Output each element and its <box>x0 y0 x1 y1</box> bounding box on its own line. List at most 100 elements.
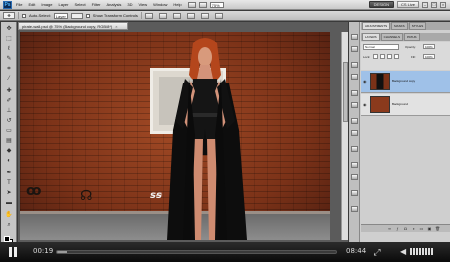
align-right-icon[interactable] <box>214 12 223 19</box>
align-bottom-icon[interactable] <box>172 12 181 19</box>
zoom-field[interactable]: 75% <box>209 1 224 8</box>
navigator-panel-icon[interactable] <box>351 162 358 168</box>
lock-transparency-icon[interactable] <box>373 54 378 59</box>
menu-3d[interactable]: 3D <box>127 2 132 7</box>
auto-select-dropdown[interactable]: Layer <box>53 12 68 19</box>
tab-paths[interactable]: PATHS <box>403 33 420 41</box>
close-tab-icon[interactable]: × <box>115 24 117 29</box>
marquee-tool-icon[interactable]: ⬚ <box>5 36 13 42</box>
lock-all-icon[interactable] <box>394 54 399 59</box>
separator <box>18 12 19 19</box>
close-icon[interactable]: × <box>440 1 446 8</box>
clone-stamp-tool-icon[interactable]: ⊥ <box>5 108 13 114</box>
brush-panel-icon[interactable] <box>351 90 358 96</box>
menu-layer[interactable]: Layer <box>58 2 68 7</box>
move-tool-icon[interactable]: ✥ <box>5 26 13 32</box>
layer-row-background-copy[interactable]: ◉ Background copy <box>361 71 450 93</box>
menu-view[interactable]: View <box>139 2 148 7</box>
layer-name: Background copy <box>392 79 416 83</box>
image-canvas[interactable]: ꝏ ☊ ꜱꞩ <box>20 32 330 240</box>
tab-masks[interactable]: MASKS <box>391 22 408 30</box>
pen-tool-icon[interactable]: ✒ <box>5 170 13 176</box>
align-top-icon[interactable] <box>144 12 153 19</box>
volume-slider[interactable] <box>410 248 433 255</box>
gradient-tool-icon[interactable]: ▤ <box>5 138 13 144</box>
menu-file[interactable]: File <box>16 2 22 7</box>
layer-mask-icon[interactable]: ◘ <box>403 226 408 231</box>
paragraph-panel-icon[interactable] <box>351 130 358 136</box>
shape-tool-icon[interactable]: ▬ <box>5 200 13 206</box>
delete-layer-icon[interactable]: 🗑 <box>435 226 440 231</box>
history-brush-tool-icon[interactable]: ↺ <box>5 118 13 124</box>
tab-styles[interactable]: STYLES <box>408 22 427 30</box>
tab-layers[interactable]: LAYERS <box>362 33 380 41</box>
menu-image[interactable]: Image <box>41 2 52 7</box>
minimize-icon[interactable]: – <box>422 1 428 8</box>
path-select-tool-icon[interactable]: ➤ <box>5 190 13 196</box>
visibility-eye-icon[interactable]: ◉ <box>363 79 368 84</box>
seek-bar[interactable] <box>56 250 337 254</box>
3d-panel-icon[interactable] <box>351 190 358 196</box>
actions-panel-icon[interactable] <box>351 46 358 52</box>
fill-input[interactable]: 100% <box>423 54 435 59</box>
new-group-icon[interactable]: ▭ <box>419 226 424 231</box>
info-panel-icon[interactable] <box>351 146 358 152</box>
quick-select-tool-icon[interactable]: ✎ <box>5 56 13 62</box>
menu-edit[interactable]: Edit <box>28 2 35 7</box>
lock-position-icon[interactable] <box>387 54 392 59</box>
layer-style-icon[interactable]: ƒ <box>395 226 400 231</box>
blur-tool-icon[interactable]: ◆ <box>5 148 13 154</box>
zoom-tool-icon[interactable]: ⌕ <box>5 222 13 228</box>
auto-select-arrow[interactable] <box>70 12 83 19</box>
tab-adjustments[interactable]: ADJUSTMENTS <box>362 22 391 30</box>
clone-source-panel-icon[interactable] <box>351 102 358 108</box>
history-panel-icon[interactable] <box>351 34 358 40</box>
align-left-icon[interactable] <box>186 12 195 19</box>
pause-icon[interactable] <box>9 247 17 257</box>
menu-analysis[interactable]: Analysis <box>107 2 122 7</box>
hand-tool-icon[interactable]: ✋ <box>5 212 13 218</box>
eraser-tool-icon[interactable]: ▭ <box>5 128 13 134</box>
move-tool-preset-icon[interactable]: ✥ <box>3 12 15 19</box>
menu-select[interactable]: Select <box>75 2 86 7</box>
dodge-tool-icon[interactable]: ◐ <box>5 158 13 164</box>
layers-tab-bar: LAYERS CHANNELS PATHS <box>361 33 450 41</box>
mini-bridge-button[interactable] <box>198 1 207 8</box>
workspace-button[interactable]: DESIGN <box>368 1 394 8</box>
cs-live-button[interactable]: CS Live <box>396 1 419 8</box>
brush-tool-icon[interactable]: ✐ <box>5 98 13 104</box>
crop-tool-icon[interactable]: ⌗ <box>5 66 13 72</box>
bridge-button[interactable] <box>187 1 196 8</box>
eyedropper-tool-icon[interactable]: ⁄ <box>5 76 13 82</box>
link-layers-icon[interactable]: ∞ <box>387 226 392 231</box>
maximize-icon[interactable]: □ <box>431 1 437 8</box>
menu-filter[interactable]: Filter <box>92 2 101 7</box>
adjustment-layer-icon[interactable]: ◑ <box>411 226 416 231</box>
healing-brush-tool-icon[interactable]: ✚ <box>5 88 13 94</box>
show-transform-checkbox[interactable] <box>85 13 90 18</box>
align-middle-icon[interactable] <box>158 12 167 19</box>
color-panel-icon[interactable] <box>351 62 358 68</box>
visibility-eye-icon[interactable]: ◉ <box>363 102 368 107</box>
lock-pixels-icon[interactable] <box>380 54 385 59</box>
blend-mode-select[interactable]: Normal <box>363 44 399 50</box>
type-tool-icon[interactable]: T <box>5 180 13 186</box>
character-panel-icon[interactable] <box>351 118 358 124</box>
auto-select-checkbox[interactable] <box>22 13 26 18</box>
menu-help[interactable]: Help <box>173 2 181 7</box>
vertical-scrollbar[interactable] <box>341 32 348 240</box>
new-layer-icon[interactable]: ▣ <box>427 226 432 231</box>
histogram-panel-icon[interactable] <box>351 174 358 180</box>
volume-icon[interactable]: ◀ <box>400 247 408 257</box>
document-tab[interactable]: pirate-wall.psd @ 75% (Background copy, … <box>18 22 128 30</box>
fullscreen-icon[interactable]: ⤢ <box>372 247 382 257</box>
notes-panel-icon[interactable] <box>351 206 358 212</box>
opacity-input[interactable]: 100% <box>423 44 435 49</box>
swatches-panel-icon[interactable] <box>351 74 358 80</box>
tab-channels[interactable]: CHANNELS <box>380 33 403 41</box>
lasso-tool-icon[interactable]: ℓ <box>5 46 13 52</box>
scrollbar-thumb[interactable] <box>343 62 348 122</box>
align-center-icon[interactable] <box>200 12 209 19</box>
menu-window[interactable]: Window <box>153 2 167 7</box>
layer-row-background[interactable]: ◉ Background <box>361 94 450 116</box>
